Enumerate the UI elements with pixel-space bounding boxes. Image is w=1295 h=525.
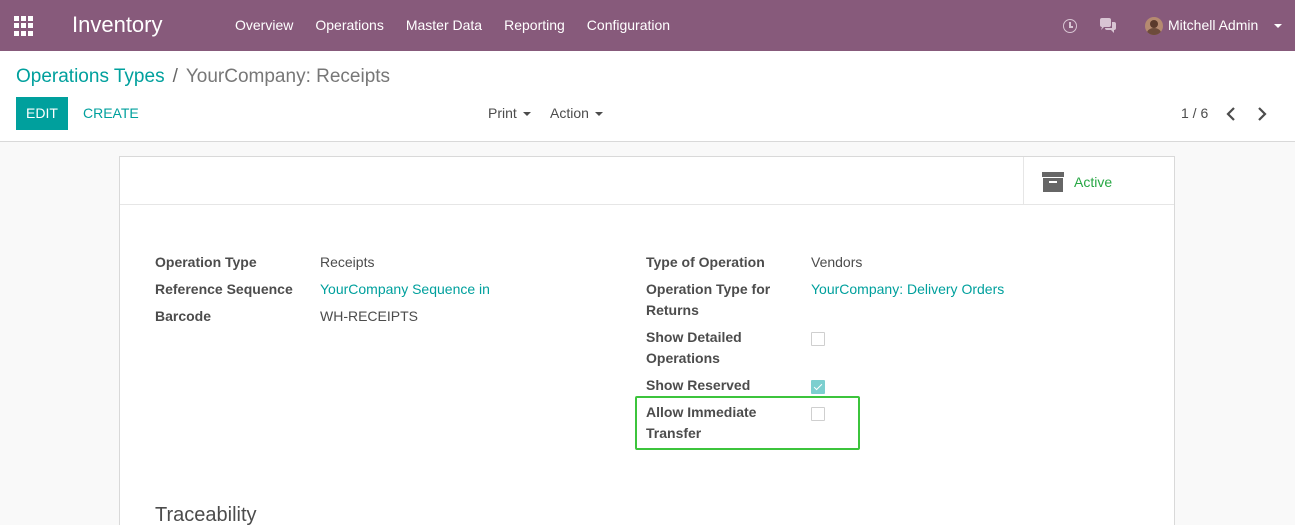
allow-immediate-label-line2: Transfer [646,425,702,441]
app-title[interactable]: Inventory [72,12,163,38]
breadcrumb-current: YourCompany: Receipts [185,66,391,87]
barcode-label: Barcode [155,308,212,324]
operation-type-label: Operation Type [155,254,257,270]
chat-icon[interactable] [1099,18,1117,34]
print-label: Print [488,105,517,121]
user-caret-icon[interactable] [1274,24,1282,28]
pager-previous-icon[interactable] [1224,107,1240,121]
active-toggle-button[interactable]: Active [1023,157,1174,205]
control-panel: Operations Types / YourCompany: Receipts E… [0,51,1295,142]
return-type-link[interactable]: YourCompany: Delivery Orders [811,279,1004,300]
return-type-label-line1: Operation Type for [646,281,771,297]
edit-button[interactable]: EDIT [16,97,68,130]
show-detailed-checkbox[interactable] [811,332,825,346]
traceability-section-title: Traceability [155,504,257,525]
show-reserved-label: Show Reserved [646,377,751,393]
action-caret-icon [594,112,603,117]
type-of-operation-label: Type of Operation [646,254,765,270]
apps-menu-icon[interactable] [14,16,36,36]
archive-icon [1042,172,1064,192]
breadcrumb: Operations Types / YourCompany: Receipts [16,66,390,88]
menu-master-data[interactable]: Master Data [395,0,493,51]
reference-sequence-link[interactable]: YourCompany Sequence in [320,279,490,300]
top-navbar: Inventory Overview Operations Master Dat… [0,0,1295,51]
button-box: Active [120,157,1174,205]
show-detailed-label-line1: Show Detailed [646,329,742,345]
menu-operations[interactable]: Operations [304,0,394,51]
action-dropdown[interactable]: Action [550,97,603,130]
allow-immediate-label-line1: Allow Immediate [646,404,757,420]
reference-sequence-label: Reference Sequence [155,281,293,297]
action-label: Action [550,105,589,121]
user-avatar[interactable] [1145,17,1163,35]
menu-reporting[interactable]: Reporting [493,0,576,51]
show-detailed-label-line2: Operations [646,350,720,366]
print-caret-icon [522,112,531,117]
breadcrumb-parent-link[interactable]: Operations Types [16,66,165,87]
type-of-operation-value: Vendors [811,254,863,270]
return-type-label-line2: Returns [646,302,699,318]
create-button[interactable]: CREATE [83,97,139,130]
show-reserved-checkbox[interactable] [811,380,825,394]
allow-immediate-checkbox[interactable] [811,407,825,421]
print-dropdown[interactable]: Print [488,97,531,130]
breadcrumb-separator: / [172,66,178,87]
pager-value[interactable]: 1 / 6 [1181,97,1208,130]
operation-type-value: Receipts [320,254,375,270]
activity-clock-icon[interactable] [1063,19,1077,33]
user-name[interactable]: Mitchell Admin [1168,17,1258,33]
menu-configuration[interactable]: Configuration [576,0,681,51]
pager-next-icon[interactable] [1254,107,1270,121]
main-menu: Overview Operations Master Data Reportin… [224,0,681,51]
barcode-value: WH-RECEIPTS [320,308,418,324]
active-label: Active [1074,174,1113,190]
menu-overview[interactable]: Overview [224,0,304,51]
